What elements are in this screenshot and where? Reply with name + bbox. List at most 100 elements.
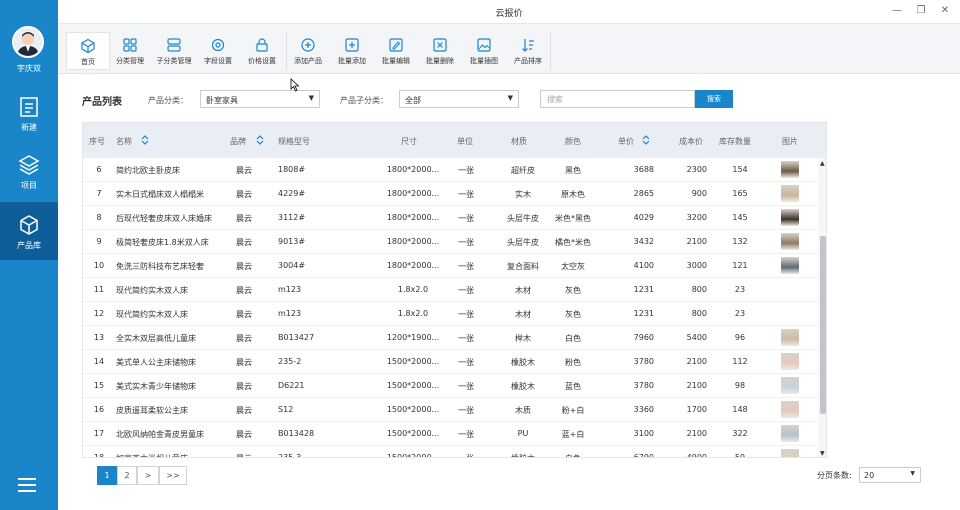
table-row[interactable]: 9 极简轻奢皮床1.8米双人床 晨云 9013# 1800*2000... 一张 头层牛皮 橘… [83, 230, 818, 254]
last-page-button[interactable]: >> [159, 466, 187, 485]
product-thumbnail[interactable] [781, 161, 799, 178]
column-header-stock: 库存数量 [719, 137, 751, 146]
cell-model: 1808# [278, 165, 306, 174]
product-thumbnail[interactable] [781, 257, 799, 274]
sort-toggle-icon[interactable] [140, 134, 150, 146]
close-icon[interactable]: ✕ [938, 4, 952, 18]
table-row[interactable]: 17 北欧风纳帕金青皮男童床 晨云 B013428 1500*2000... 一张 PU 蓝+… [83, 422, 818, 446]
menu-icon[interactable] [18, 478, 36, 492]
table-row[interactable]: 11 现代简约实木双人床 晨云 m123 1.8x2.0 一张 木材 灰色 1231 800 23 [83, 278, 818, 302]
cell-brand: 晨云 [236, 430, 252, 439]
column-header-price[interactable]: 单价 [618, 136, 634, 147]
table-row[interactable]: 16 皮质遥耳柔软公主床 晨云 S12 1500*2000... 一张 木质 粉+白 3360 1… [83, 398, 818, 422]
cell-color: 米色*黑色 [555, 214, 591, 223]
cell-unit: 一张 [458, 382, 474, 391]
table-row[interactable]: 15 美式实木青少年储物床 晨云 D6221 1500*2000... 一张 橡胶木 蓝色 37… [83, 374, 818, 398]
avatar[interactable] [12, 26, 44, 58]
batch-add-icon [345, 38, 359, 52]
cell-model: D6221 [278, 381, 305, 390]
sort-toggle-icon[interactable] [641, 134, 651, 146]
sidebar-item-product-library[interactable]: 产品库 [0, 202, 58, 260]
toolbar-add-product-button[interactable]: 添加产品 [286, 32, 330, 70]
cell-brand: 晨云 [236, 358, 252, 367]
next-page-button[interactable]: > [137, 466, 159, 485]
table-row[interactable]: 12 现代简约实木双人床 晨云 m123 1.8x2.0 一张 木材 灰色 1231 800 23 [83, 302, 818, 326]
cell-unit: 一张 [458, 214, 474, 223]
product-thumbnail[interactable] [781, 377, 799, 394]
search-button[interactable]: 搜索 [695, 90, 733, 108]
toolbar-batch-image-button[interactable]: 批量插图 [462, 32, 506, 70]
cell-material: 木质 [515, 406, 531, 415]
toolbar-category-button[interactable]: 分类管理 [108, 32, 152, 70]
cell-price: 4100 [633, 261, 654, 270]
cell-name: 加高齐木半胡儿童床 [116, 453, 256, 457]
product-thumbnail[interactable] [781, 425, 799, 442]
cell-index: 7 [96, 189, 102, 198]
product-thumbnail[interactable] [781, 185, 799, 202]
cell-color: 蓝+白 [561, 430, 585, 439]
subcategory-select[interactable]: 全部 ▼ [399, 90, 519, 108]
page-size-select[interactable]: 20 ▼ [859, 467, 921, 483]
sidebar-item-project[interactable]: 项目 [0, 142, 58, 200]
cell-stock: 23 [734, 309, 746, 318]
table-row[interactable]: 8 后现代轻奢皮床双人床婚床 晨云 3112# 1800*2000... 一张 头层牛皮 米色… [83, 206, 818, 230]
toolbar-batch-delete-button[interactable]: 批量删除 [418, 32, 462, 70]
cell-size: 1.8x2.0 [397, 285, 429, 294]
scrollbar-thumb[interactable] [820, 236, 826, 414]
product-thumbnail[interactable] [781, 233, 799, 250]
product-thumbnail[interactable] [781, 449, 799, 457]
toolbar-batch-edit-button[interactable]: 批量编辑 [374, 32, 418, 70]
table-row[interactable]: 18 加高齐木半胡儿童床晨云 235-3 1500*2000... 一张 橡胶木 白色 679… [83, 446, 818, 457]
table-row[interactable]: 13 全实木双层高低儿童床 晨云 B013427 1200*1900... 一张 榉木 白色 7… [83, 326, 818, 350]
toolbar-field-settings-button[interactable]: 字段设置 [196, 32, 240, 70]
cell-material: 复合面料 [507, 262, 539, 271]
cube-icon [20, 215, 38, 235]
cell-name: 现代简约实木双人床 [116, 286, 188, 295]
cell-brand: 晨云 [236, 406, 252, 415]
maximize-icon[interactable]: ❐ [914, 4, 928, 18]
cell-cost: 800 [691, 309, 707, 318]
table-row[interactable]: 10 免洗三防科技布艺床轻奢 晨云 3004# 1800*2000... 一张 复合面料 太空… [83, 254, 818, 278]
category-select[interactable]: 卧室家具 ▼ [200, 90, 320, 108]
cell-cost: 3000 [686, 261, 707, 270]
sidebar-item-label: 项目 [21, 181, 37, 190]
cell-model: B013427 [278, 333, 315, 342]
sort-toggle-icon[interactable] [255, 134, 265, 146]
sidebar-item-label: 产品库 [17, 241, 41, 250]
search-input[interactable] [540, 90, 695, 108]
page-button-2[interactable]: 2 [117, 466, 137, 485]
product-thumbnail[interactable] [781, 353, 799, 370]
toolbar-subcategory-button[interactable]: 子分类管理 [152, 32, 196, 70]
minimize-icon[interactable]: — [890, 4, 904, 18]
cell-price: 4029 [633, 213, 654, 222]
product-thumbnail[interactable] [781, 401, 799, 418]
cell-cost: 900 [691, 189, 707, 198]
scroll-down-icon[interactable]: ▼ [820, 450, 825, 457]
column-header-name[interactable]: 名称 [116, 136, 132, 147]
toolbar-price-settings-button[interactable]: 价格设置 [240, 32, 284, 70]
cell-stock: 23 [734, 285, 746, 294]
column-header-brand[interactable]: 品牌 [230, 136, 246, 147]
column-header-model: 规格型号 [278, 137, 310, 146]
table-row[interactable]: 6 简约北欧主卧皮床 晨云 1808# 1800*2000... 一张 超纤皮 黑色 3688 2… [83, 158, 818, 182]
cell-name: 现代简约实木双人床 [116, 310, 188, 319]
table-row[interactable]: 14 美式单人公主床储物床 晨云 235-2 1500*2000... 一张 橡胶木 粉色 37… [83, 350, 818, 374]
sidebar-item-new[interactable]: 新建 [0, 84, 58, 142]
table-row[interactable]: 7 实木日式榻床双人榻榻米 晨云 4229# 1800*2000... 一张 实木 原木色 28… [83, 182, 818, 206]
cell-material: 橡胶木 [501, 453, 545, 457]
toolbar-home-button[interactable]: 首页 [66, 32, 110, 70]
cell-stock: 96 [734, 333, 746, 342]
cell-color: 白色 [565, 334, 581, 343]
toolbar-batch-add-button[interactable]: 批量添加 [330, 32, 374, 70]
cell-unit: 一张 [458, 334, 474, 343]
cell-index: 17 [93, 429, 105, 438]
product-thumbnail[interactable] [781, 209, 799, 226]
cell-cost: 2100 [686, 381, 707, 390]
scroll-up-icon[interactable]: ▲ [820, 160, 825, 167]
scrollbar[interactable]: ▲ ▼ [818, 158, 826, 457]
product-thumbnail[interactable] [781, 329, 799, 346]
cell-material: 实木 [515, 190, 531, 199]
page-button-1[interactable]: 1 [97, 466, 117, 485]
cell-index: 6 [96, 165, 102, 174]
toolbar-product-sort-button[interactable]: 产品排序 [506, 32, 550, 70]
